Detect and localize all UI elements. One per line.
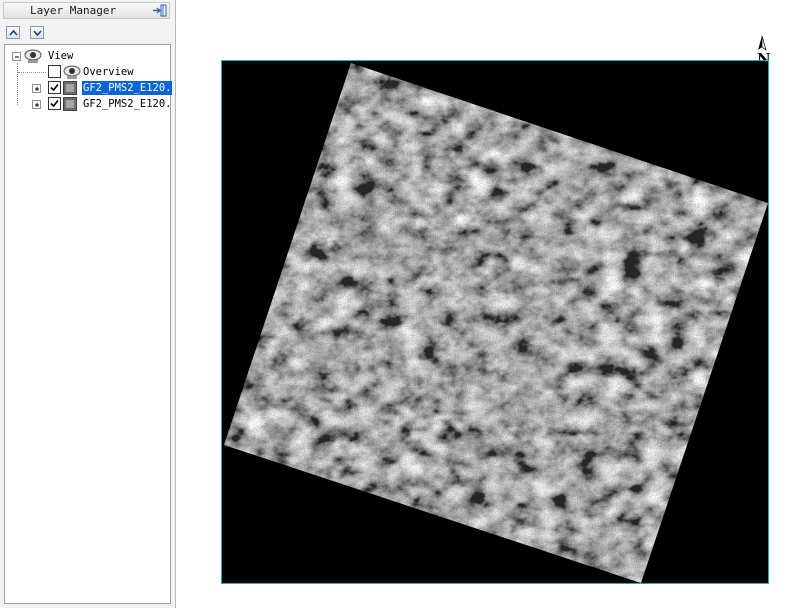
raster-layer-icon (63, 81, 79, 97)
tree-root-view[interactable]: View (5, 48, 170, 64)
move-up-button[interactable] (6, 26, 20, 39)
view-eye-icon (24, 48, 42, 64)
layer-label: Overview (83, 66, 134, 78)
layer-row-gf2-2[interactable]: GF2_PMS2_E120.7 (5, 96, 171, 113)
arrow-down-icon (33, 30, 42, 37)
layer-toolbar (6, 26, 166, 42)
panel-header: Layer Manager (3, 2, 170, 19)
move-down-button[interactable] (30, 26, 44, 39)
overview-eye-icon (63, 64, 81, 80)
map-canvas[interactable] (221, 60, 769, 584)
expand-icon[interactable] (32, 100, 41, 109)
arrow-up-icon (9, 29, 18, 36)
layer-checkbox[interactable] (48, 81, 61, 94)
layer-tree: View Overview GF2_PMS2_E120.7 GF2_PMS2_E… (4, 44, 172, 604)
layer-label: GF2_PMS2_E120.7 (83, 98, 171, 110)
layer-manager-panel: Layer Manager View Overview GF2_PMS2_E12… (0, 0, 176, 608)
layer-label: GF2_PMS2_E120.7 (82, 81, 172, 95)
layer-row-gf2-1[interactable]: GF2_PMS2_E120.7 (5, 80, 172, 97)
layer-row-overview[interactable]: Overview (5, 64, 170, 80)
layer-checkbox[interactable] (48, 97, 61, 110)
collapse-icon[interactable] (12, 52, 21, 61)
panel-title: Layer Manager (30, 4, 117, 17)
pin-icon[interactable] (152, 3, 168, 18)
raster-layer-icon (63, 97, 79, 113)
layer-checkbox[interactable] (48, 65, 61, 78)
tree-root-label: View (48, 50, 74, 62)
expand-icon[interactable] (32, 84, 41, 93)
satellite-image (222, 61, 768, 583)
